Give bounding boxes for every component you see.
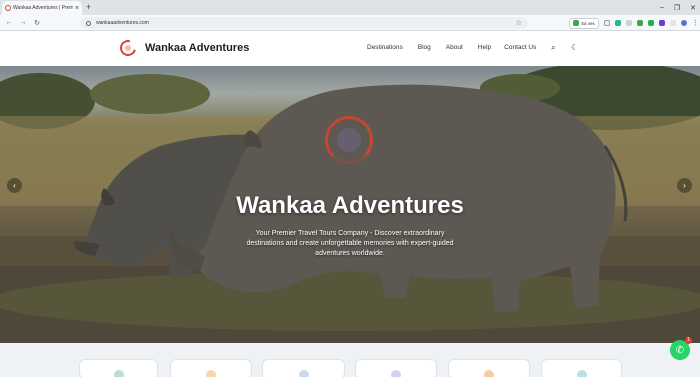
feature-icon [206,370,216,377]
nav-help[interactable]: Help [478,44,491,51]
carousel-prev-button[interactable]: ‹ [7,178,22,193]
address-bar[interactable]: wankaaadventures.com ☆ [80,17,528,29]
back-icon[interactable]: ← [2,19,16,26]
extension-badge[interactable]: Sa ves [569,17,599,29]
nav-about[interactable]: About [446,44,463,51]
extension-icon[interactable] [658,20,665,26]
brand-watermark-core [337,128,361,152]
extensions-area: Sa ves ⋮ [569,17,699,29]
logo-core [125,45,131,51]
main-nav: Destinations Blog About Help Contact Us [367,44,536,51]
feature-card[interactable] [262,359,345,377]
brand-name[interactable]: Wankaa Adventures [145,42,249,54]
hero-subtitle: Your Premier Travel Tours Company - Disc… [246,230,454,257]
extension-icon[interactable] [625,20,632,26]
search-icon[interactable]: ⌕ [551,43,555,53]
feature-icon [298,370,309,377]
extension-icon[interactable] [647,20,654,26]
whatsapp-icon: ✆ [675,344,685,356]
nav-blog[interactable]: Blog [418,44,431,51]
site-header: Wankaa Adventures Destinations Blog Abou… [0,32,700,66]
theme-toggle-icon[interactable]: ☾ [571,43,578,52]
nav-destinations[interactable]: Destinations [367,44,403,51]
feature-icon [576,370,587,377]
tab-title: Wankaa Adventures | Premier Travel [13,5,73,11]
tab-close-icon[interactable]: × [75,5,79,12]
feature-card[interactable] [541,359,622,377]
feature-icon [113,370,124,377]
hero-section: Wankaa Adventures Your Premier Travel To… [0,66,700,343]
browser-tab[interactable]: Wankaa Adventures | Premier Travel × [2,1,82,15]
shield-icon[interactable] [636,20,643,26]
puzzle-icon[interactable] [669,20,676,26]
feature-card[interactable] [79,359,158,377]
notification-badge: 1 [685,337,692,344]
close-window-icon[interactable]: ✕ [690,4,696,12]
reader-icon[interactable] [603,20,610,26]
window-controls: – ❐ ✕ [660,0,696,15]
feature-icon [391,370,401,377]
nav-contact-us[interactable]: Contact Us [504,44,536,51]
profile-avatar-icon[interactable] [680,20,687,26]
feature-card[interactable] [448,359,530,377]
browser-toolbar: ← → ↻ wankaaadventures.com ☆ Sa ves ⋮ [0,15,700,31]
browser-tab-bar: Wankaa Adventures | Premier Travel × + –… [0,0,700,15]
extension-icon[interactable] [614,20,621,26]
minimize-icon[interactable]: – [660,4,664,11]
hero-title: Wankaa Adventures [236,192,464,219]
feature-card[interactable] [355,359,437,377]
url-text[interactable]: wankaaadventures.com [96,20,516,26]
carousel-next-button[interactable]: › [677,178,692,193]
extension-label: Sa ves [581,20,595,26]
site-info-icon[interactable] [86,20,91,26]
bookmark-star-icon[interactable]: ☆ [516,19,522,27]
feature-card[interactable] [170,359,252,377]
browser-menu-icon[interactable]: ⋮ [692,19,699,27]
reload-icon[interactable]: ↻ [30,19,44,27]
feature-icon [484,370,494,377]
extension-icon [573,20,579,26]
new-tab-button[interactable]: + [86,1,91,13]
maximize-icon[interactable]: ❐ [674,4,680,12]
forward-icon[interactable]: → [16,19,30,26]
site-favicon-icon [5,5,11,11]
feature-cards [0,343,700,377]
